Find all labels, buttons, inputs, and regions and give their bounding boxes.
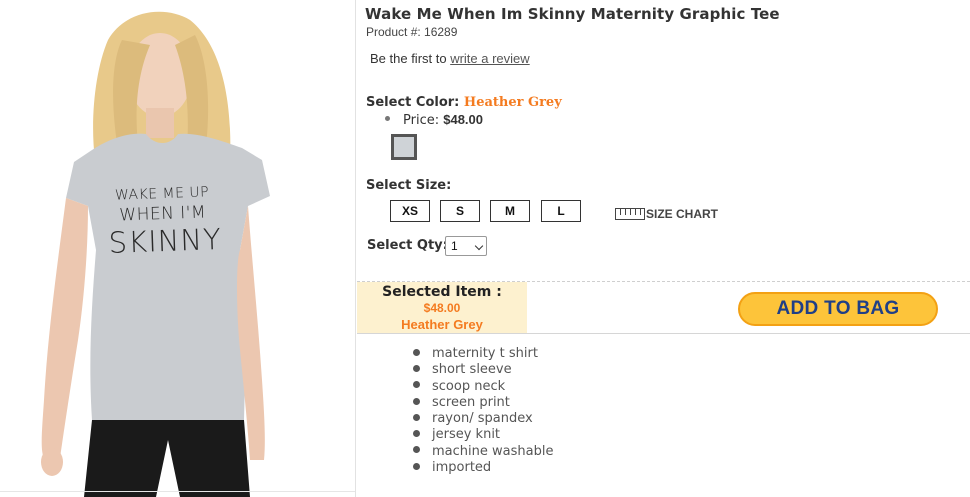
list-item: short sleeve <box>413 362 553 378</box>
size-button-xs[interactable]: XS <box>390 200 430 222</box>
feature-text: machine washable <box>432 443 554 459</box>
bullet-icon <box>413 381 420 389</box>
quantity-select[interactable]: 1 <box>445 236 487 256</box>
quantity-value: 1 <box>451 239 458 253</box>
ruler-icon <box>615 208 645 220</box>
size-button-m[interactable]: M <box>490 200 530 222</box>
bullet-icon <box>413 348 420 356</box>
color-swatch-heather-grey[interactable] <box>391 134 417 160</box>
tee-print-line-3: SKINNY <box>108 221 223 260</box>
select-size-label: Select Size: <box>366 178 452 193</box>
feature-list: maternity t shirt short sleeve scoop nec… <box>413 346 553 476</box>
chevron-down-icon <box>474 241 484 251</box>
add-to-bag-button[interactable]: ADD TO BAG <box>738 292 938 326</box>
list-item: screen print <box>413 395 553 411</box>
size-chart-link[interactable]: SIZE CHART <box>615 207 718 221</box>
bullet-icon <box>385 116 390 121</box>
feature-text: rayon/ spandex <box>432 411 533 427</box>
selected-item-price: $48.00 <box>423 301 461 315</box>
tee-graphic-text: WAKE ME UP WHEN I'M SKINNY <box>107 184 223 260</box>
selected-item-color: Heather Grey <box>401 317 483 332</box>
bullet-icon <box>413 446 420 454</box>
bullet-icon <box>413 397 420 405</box>
bullet-icon <box>413 413 420 421</box>
selected-color-name: Heather Grey <box>463 95 562 110</box>
selected-item-summary: Selected Item : $48.00 Heather Grey <box>357 282 527 333</box>
list-item: imported <box>413 460 553 476</box>
review-prefix: Be the first to <box>370 51 451 66</box>
price-row: Price: $48.00 <box>385 112 483 128</box>
bullet-icon <box>413 430 420 438</box>
select-qty-label: Select Qty: <box>367 238 448 253</box>
list-item: rayon/ spandex <box>413 411 553 427</box>
list-item: jersey knit <box>413 427 553 443</box>
list-item: machine washable <box>413 444 553 460</box>
product-image[interactable]: WAKE ME UP WHEN I'M SKINNY <box>0 0 356 497</box>
selected-item-label: Selected Item : <box>382 284 502 300</box>
bullet-icon <box>413 462 420 470</box>
image-divider <box>0 491 355 492</box>
feature-text: screen print <box>432 394 510 410</box>
list-item: scoop neck <box>413 379 553 395</box>
feature-text: short sleeve <box>432 362 512 378</box>
product-title: Wake Me When Im Skinny Maternity Graphic… <box>365 5 780 23</box>
feature-text: jersey knit <box>432 427 501 443</box>
feature-text: maternity t shirt <box>432 346 538 361</box>
size-button-s[interactable]: S <box>440 200 480 222</box>
size-chart-label: SIZE CHART <box>646 207 718 221</box>
review-prompt: Be the first to write a review <box>370 51 530 66</box>
price-label: Price: <box>403 113 444 128</box>
price-value: $48.00 <box>443 112 483 127</box>
select-color-label: Select Color: Heather Grey <box>366 95 562 110</box>
write-review-link[interactable]: write a review <box>450 51 529 66</box>
product-number: Product #: 16289 <box>366 25 458 39</box>
tee-print-line-1: WAKE ME UP <box>114 184 210 204</box>
section-divider <box>357 333 970 334</box>
feature-text: scoop neck <box>432 378 506 394</box>
list-item: maternity t shirt <box>413 346 553 362</box>
feature-text: imported <box>432 460 492 476</box>
product-info-panel: Wake Me When Im Skinny Maternity Graphic… <box>357 0 970 497</box>
select-color-text: Select Color: <box>366 95 464 110</box>
bullet-icon <box>413 364 420 372</box>
size-button-l[interactable]: L <box>541 200 581 222</box>
